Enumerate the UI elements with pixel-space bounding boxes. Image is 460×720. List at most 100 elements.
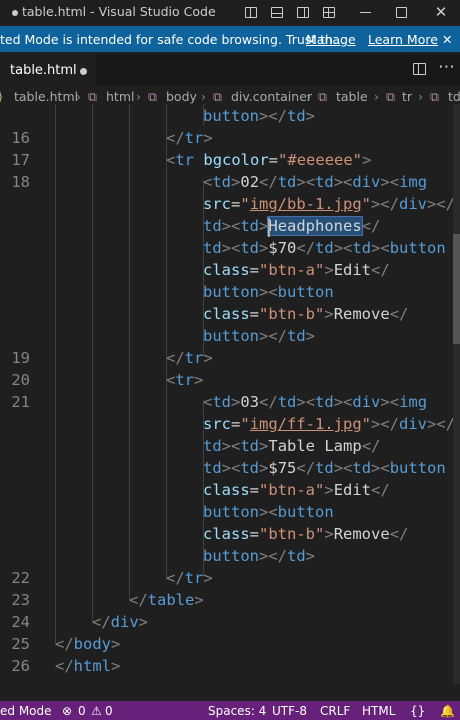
line-number: 18 [11,173,30,191]
restricted-mode-status[interactable]: ed Mode [0,704,52,718]
indent-guide [92,104,93,622]
indent-guide [55,104,56,644]
element-icon: ⧉ [148,89,157,104]
line-number: 24 [11,613,30,631]
panel-layout-icon [271,6,283,18]
warning-icon: ⚠ [91,704,102,718]
line-number: 23 [11,591,30,609]
manage-link[interactable]: Manage [306,32,356,47]
learn-more-link[interactable]: Learn More [368,32,438,47]
code-line: </html> [55,657,121,675]
toggle-primary-sidebar-button[interactable] [242,2,260,22]
line-number: 26 [11,657,30,675]
code-line: td><td>Headphones</ [203,216,381,236]
breadcrumb-separator-icon: › [306,89,311,104]
code-line: <tr> [166,371,204,389]
element-icon: ⧉ [88,89,97,104]
breadcrumb-separator-icon: › [201,89,206,104]
code-line: button><button [203,503,334,521]
code-line: button></td> [203,547,316,565]
more-actions-icon[interactable]: ⋯ [438,57,455,77]
code-line: td><td>Table Lamp</ [203,437,381,455]
code-line: </tr> [166,129,213,147]
element-icon: ⧉ [213,89,222,104]
modified-dot-icon[interactable] [80,68,87,75]
line-number: 17 [11,151,30,169]
toggle-panel-button[interactable] [268,2,286,22]
indent-guide [166,104,167,578]
scrollbar-thumb[interactable] [453,234,460,344]
line-number: 19 [11,349,30,367]
code-line: <tr bgcolor="#eeeeee"> [166,151,372,169]
status-bar: ed Mode ⊗ 0 ⚠ 0 Spaces: 4 UTF-8 CRLF HTM… [0,701,460,720]
error-icon: ⊗ [62,704,73,718]
sidebar-layout-icon [245,6,257,18]
breadcrumb-html[interactable]: html [106,89,134,104]
code-line: src="img/bb-1.jpg"></div></ [203,195,456,213]
code-line: button></td> [203,327,316,345]
code-line: class="btn-b">Remove</ [203,305,409,323]
element-icon: ⧉ [386,89,395,104]
code-line: <td>03</td><td><div><img [203,393,428,411]
error-count[interactable]: 0 [78,704,86,718]
breadcrumb-separator-icon: › [136,89,141,104]
code-line: class="btn-a">Edit</ [203,261,390,279]
breadcrumb-file[interactable]: table.html [14,89,78,104]
code-line: class="btn-b">Remove</ [203,525,409,543]
selected-text[interactable]: Headphones [267,216,363,236]
breadcrumb-separator-icon: › [374,89,379,104]
toggle-secondary-sidebar-button[interactable] [294,2,312,22]
code-line: </table> [129,591,204,609]
line-number: 16 [11,129,30,147]
tab-bar: table.html ⋯ [0,54,460,87]
minimize-button[interactable] [354,2,376,22]
line-number: 22 [11,569,30,587]
tab-label: table.html [10,63,77,78]
html-file-icon: ⟩ [0,89,3,104]
banner-message: ted Mode is intended for safe code brows… [0,32,345,47]
close-icon: ✕ [434,3,448,21]
breadcrumb-div-container[interactable]: div.container [231,89,312,104]
code-line: </body> [55,635,121,653]
editor-scrollbar[interactable] [453,104,460,684]
code-line: td><td>$75</td><td><button [203,459,446,477]
indent-guide [129,104,130,600]
code-line: src="img/ff-1.jpg"></div></ [203,415,456,433]
language-status[interactable]: HTML [362,704,395,718]
window-title: table.html - Visual Studio Code [22,4,216,19]
line-number: 20 [11,371,30,389]
breadcrumb-separator-icon: › [418,89,423,104]
split-editor-icon[interactable] [413,61,426,79]
code-line: td><td>$70</td><td><button [203,239,446,257]
code-line: button><button [203,283,334,301]
notifications-bell-icon[interactable]: 🔔 [440,704,455,718]
element-icon: ⧉ [430,89,439,104]
secondary-sidebar-layout-icon [297,6,309,18]
restricted-mode-banner: ted Mode is intended for safe code brows… [0,26,460,52]
unsaved-dot-icon [12,10,18,16]
tab-table-html[interactable]: table.html [0,54,96,87]
layout-grid-icon [323,6,335,18]
breadcrumb-separator-icon: › [76,89,81,104]
indentation-status[interactable]: Spaces: 4 [208,704,266,718]
warning-count[interactable]: 0 [105,704,113,718]
code-line: </tr> [166,569,213,587]
encoding-status[interactable]: UTF-8 [272,704,307,718]
maximize-button[interactable] [390,2,412,22]
code-line: </tr> [166,349,213,367]
close-window-button[interactable]: ✕ [430,2,452,22]
text-cursor [268,218,270,237]
eol-status[interactable]: CRLF [320,704,350,718]
breadcrumb-tr[interactable]: tr [402,89,412,104]
code-editor[interactable]: 16 17 18 19 20 21 22 23 24 25 26 button>… [0,104,460,694]
banner-close-icon[interactable]: ✕ [442,32,452,47]
feedback-icon[interactable]: {} [410,704,425,718]
maximize-icon [395,6,407,18]
breadcrumb-table[interactable]: table [336,89,368,104]
minimize-icon [359,11,371,13]
breadcrumb-td[interactable]: td [448,89,460,104]
line-number: 25 [11,635,30,653]
breadcrumb-body[interactable]: body [166,89,197,104]
customize-layout-button[interactable] [320,2,338,22]
code-line: button></td> [203,107,316,125]
